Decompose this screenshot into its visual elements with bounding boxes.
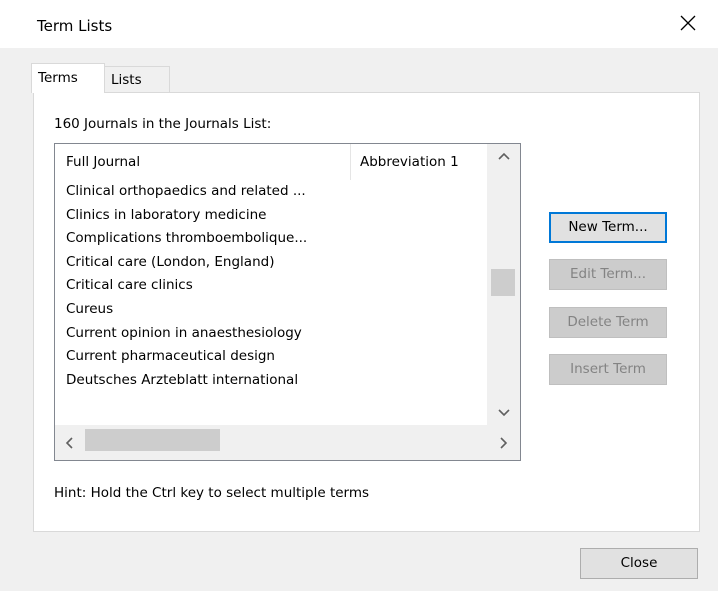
- horizontal-scroll-thumb[interactable]: [85, 429, 220, 451]
- tab-lists[interactable]: Lists: [104, 66, 170, 92]
- chevron-down-icon[interactable]: [487, 401, 520, 425]
- chevron-right-icon[interactable]: [487, 425, 520, 460]
- horizontal-scrollbar[interactable]: [55, 425, 520, 460]
- close-icon[interactable]: [675, 10, 701, 36]
- term-lists-dialog: Term Lists Terms Lists 160 Journals in t…: [0, 0, 718, 591]
- list-item[interactable]: Current pharmaceutical design: [55, 345, 487, 369]
- list-item[interactable]: Clinical orthopaedics and related ...: [55, 180, 487, 204]
- column-header-abbreviation-1[interactable]: Abbreviation 1: [351, 144, 487, 180]
- close-button[interactable]: Close: [580, 548, 698, 579]
- list-item[interactable]: Current opinion in anaesthesiology: [55, 322, 487, 346]
- title-bar: Term Lists: [0, 0, 718, 48]
- list-item[interactable]: Critical care clinics: [55, 274, 487, 298]
- new-term-button[interactable]: New Term...: [549, 212, 667, 243]
- tab-terms[interactable]: Terms: [31, 63, 105, 93]
- list-item[interactable]: Clinics in laboratory medicine: [55, 204, 487, 228]
- list-rows: Clinical orthopaedics and related ... Cl…: [55, 180, 487, 392]
- terms-list[interactable]: Full Journal Abbreviation 1 Clinical ort…: [54, 143, 521, 461]
- list-item[interactable]: Deutsches Arzteblatt international: [55, 369, 487, 393]
- terms-tab-panel: 160 Journals in the Journals List: Full …: [33, 92, 700, 532]
- vertical-scrollbar[interactable]: [487, 144, 520, 425]
- insert-term-button[interactable]: Insert Term: [549, 354, 667, 385]
- vertical-scroll-thumb[interactable]: [491, 269, 515, 296]
- chevron-left-icon[interactable]: [55, 425, 83, 460]
- edit-term-button[interactable]: Edit Term...: [549, 259, 667, 290]
- dialog-client-area: Terms Lists 160 Journals in the Journals…: [0, 48, 718, 591]
- list-item[interactable]: Cureus: [55, 298, 487, 322]
- chevron-up-icon[interactable]: [487, 144, 520, 168]
- list-item[interactable]: Complications thromboembolique...: [55, 227, 487, 251]
- list-item[interactable]: Critical care (London, England): [55, 251, 487, 275]
- journal-count-label: 160 Journals in the Journals List:: [54, 116, 272, 132]
- multi-select-hint: Hint: Hold the Ctrl key to select multip…: [54, 485, 370, 501]
- window-title: Term Lists: [37, 17, 113, 35]
- column-header-full-journal[interactable]: Full Journal: [55, 144, 351, 180]
- delete-term-button[interactable]: Delete Term: [549, 307, 667, 338]
